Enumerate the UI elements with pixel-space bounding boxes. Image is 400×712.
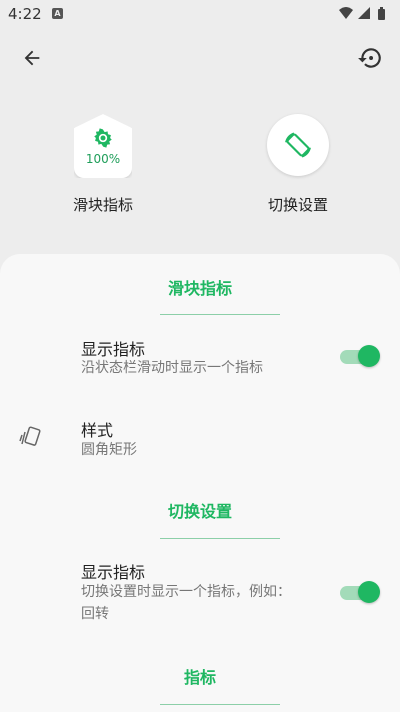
status-bar: 4:22 A — [0, 0, 400, 28]
row-title: 样式 — [81, 421, 114, 440]
slider-indicator-label: 滑块指标 — [72, 196, 133, 214]
slider-indicator-preview: 100% — [74, 114, 132, 178]
status-time: 4:22 — [8, 5, 42, 23]
toggle-setting-option[interactable]: 切换设置 — [243, 114, 353, 215]
section-title-toggle: 切换设置 — [167, 502, 232, 521]
rotate-icon — [285, 132, 311, 158]
section-title-slider: 滑块指标 — [167, 279, 232, 298]
section-divider — [160, 314, 280, 315]
row-subtitle: 切换设置时显示一个指标，例如：回转 — [81, 584, 291, 622]
history-icon — [358, 48, 381, 68]
notification-icon: A — [52, 8, 63, 19]
show-indicator-switch-slider[interactable] — [340, 345, 380, 367]
section-divider — [160, 704, 280, 705]
slider-percent: 100% — [85, 152, 121, 166]
row-subtitle: 圆角矩形 — [81, 442, 137, 458]
back-arrow-icon — [24, 50, 40, 66]
row-title: 显示指标 — [81, 563, 146, 582]
status-icons — [338, 6, 392, 26]
show-indicator-switch-toggle[interactable] — [340, 581, 380, 603]
wifi-icon — [339, 7, 353, 19]
row-subtitle: 沿状态栏滑动时显示一个指标 — [81, 360, 263, 376]
toggle-setting-label: 切换设置 — [267, 196, 328, 214]
settings-sheet: 滑块指标 显示指标 沿状态栏滑动时显示一个指标 样式 圆角矩形 切换设置 显示指… — [0, 254, 400, 712]
gear-icon — [94, 128, 112, 148]
cards-icon — [19, 426, 41, 446]
section-title-indicator: 指标 — [183, 668, 216, 687]
slider-indicator-option[interactable]: 100% 滑块指标 — [48, 114, 158, 215]
history-button[interactable] — [354, 42, 386, 74]
signal-icon — [358, 7, 370, 19]
back-button[interactable] — [16, 42, 48, 74]
section-divider — [160, 538, 280, 539]
toggle-preview — [267, 114, 329, 176]
battery-icon — [378, 7, 385, 20]
